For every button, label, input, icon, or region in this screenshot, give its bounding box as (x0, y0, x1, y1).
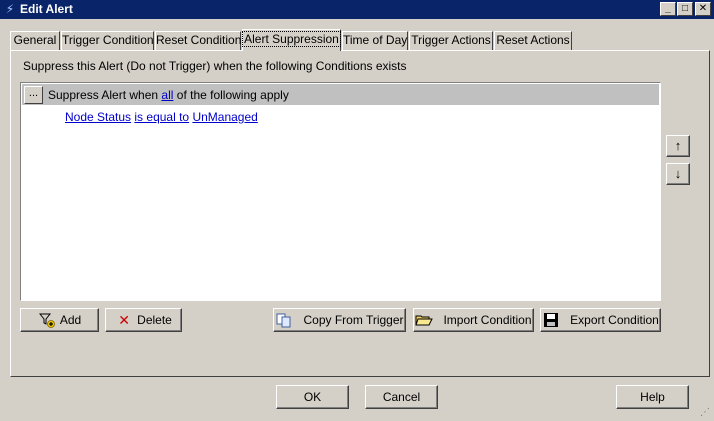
instructions-text: Suppress this Alert (Do not Trigger) whe… (23, 59, 407, 73)
tab-trigger-actions[interactable]: Trigger Actions (409, 31, 493, 50)
copy-from-trigger-label: Copy From Trigger (303, 313, 404, 327)
window-title: Edit Alert (20, 2, 73, 16)
floppy-disk-icon (542, 309, 560, 331)
add-label: Add (59, 313, 82, 327)
help-button[interactable]: Help (616, 385, 689, 409)
rule-value-link[interactable]: UnManaged (192, 110, 257, 124)
condition-quantifier-link[interactable]: all (161, 88, 173, 102)
cancel-button[interactable]: Cancel (365, 385, 438, 409)
tab-reset-condition[interactable]: Reset Condition (155, 31, 241, 50)
export-condition-label: Export Condition (570, 313, 659, 327)
condition-editor[interactable]: ... Suppress Alert when all of the follo… (20, 82, 661, 301)
alert-icon: ⚡ (5, 2, 15, 16)
tab-general[interactable]: General (10, 31, 60, 50)
move-down-button[interactable]: ↓ (666, 163, 690, 185)
condition-group-text: Suppress Alert when all of the following… (48, 88, 289, 102)
arrow-up-icon: ↑ (674, 138, 682, 153)
tab-label: Trigger Actions (411, 33, 491, 47)
title-bar: ⚡ Edit Alert _ □ ✕ (0, 0, 714, 19)
rule-operator-link[interactable]: is equal to (134, 110, 189, 124)
import-condition-button[interactable]: Import Condition (413, 308, 534, 332)
minimize-button[interactable]: _ (660, 2, 676, 16)
import-condition-label: Import Condition (443, 313, 532, 327)
add-button[interactable]: Add (20, 308, 99, 332)
tab-label: Alert Suppression (242, 31, 341, 47)
close-button[interactable]: ✕ (695, 2, 711, 16)
maximize-button[interactable]: □ (677, 2, 693, 16)
condition-rule: Node Status is equal to UnManaged (65, 110, 258, 124)
tab-trigger-condition[interactable]: Trigger Condition (61, 31, 154, 50)
tab-reset-actions[interactable]: Reset Actions (494, 31, 572, 50)
delete-button[interactable]: ✕ Delete (105, 308, 182, 332)
export-condition-button[interactable]: Export Condition (540, 308, 661, 332)
tab-label: General (13, 33, 57, 47)
condition-suffix: of the following apply (176, 88, 289, 102)
tab-time-of-day[interactable]: Time of Day (342, 31, 408, 50)
condition-menu-button[interactable]: ... (24, 86, 43, 104)
tab-label: Trigger Condition (62, 33, 154, 47)
rule-field-link[interactable]: Node Status (65, 110, 131, 124)
tab-label: Time of Day (343, 33, 408, 47)
tab-label: Reset Condition (156, 33, 242, 47)
condition-group-header: ... Suppress Alert when all of the follo… (22, 84, 659, 105)
copy-from-trigger-button[interactable]: Copy From Trigger (273, 308, 406, 332)
delete-label: Delete (137, 313, 172, 327)
tab-alert-suppression[interactable]: Alert Suppression (242, 29, 341, 51)
copy-icon (275, 309, 293, 331)
ok-button[interactable]: OK (276, 385, 349, 409)
arrow-down-icon: ↓ (674, 166, 682, 181)
resize-grip-icon[interactable]: ⋰ (700, 407, 712, 419)
condition-prefix: Suppress Alert when (48, 88, 159, 102)
delete-x-icon: ✕ (118, 312, 131, 328)
move-up-button[interactable]: ↑ (666, 135, 690, 157)
tab-label: Reset Actions (496, 33, 570, 47)
add-condition-icon (38, 309, 56, 331)
folder-open-icon (415, 309, 434, 331)
